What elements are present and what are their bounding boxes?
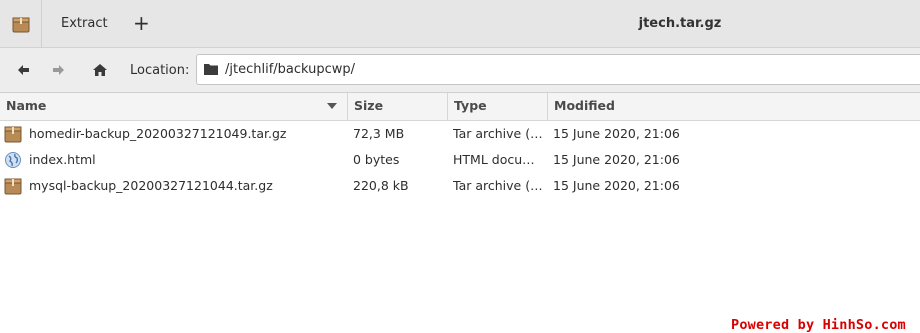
sort-descending-icon — [327, 103, 337, 109]
folder-icon — [204, 64, 218, 75]
column-header-type-label: Type — [454, 98, 487, 113]
file-row[interactable]: homedir-backup_20200327121049.tar.gz 72,… — [0, 121, 920, 147]
location-field[interactable]: /jtechlif/backupcwp/ — [196, 54, 920, 85]
column-header-name-label: Name — [6, 98, 47, 113]
archive-icon — [4, 178, 22, 195]
back-button[interactable] — [14, 62, 32, 78]
location-label: Location: — [130, 63, 190, 78]
home-button[interactable] — [91, 62, 109, 78]
forward-button[interactable] — [50, 62, 68, 78]
column-header-type[interactable]: Type — [448, 93, 548, 120]
file-modified: 15 June 2020, 21:06 — [553, 152, 680, 167]
column-header-size-label: Size — [354, 98, 384, 113]
column-header-modified-label: Modified — [554, 98, 615, 113]
file-type: HTML docu… — [453, 152, 535, 167]
column-header-modified[interactable]: Modified — [548, 93, 920, 120]
window-title: jtech.tar.gz — [638, 16, 722, 31]
file-modified: 15 June 2020, 21:06 — [553, 126, 680, 141]
app-menu-button[interactable] — [0, 0, 42, 47]
watermark: Powered by HinhSo.com — [731, 317, 906, 333]
add-files-button[interactable]: + — [133, 11, 150, 35]
file-name: mysql-backup_20200327121044.tar.gz — [29, 178, 273, 193]
forward-arrow-icon — [53, 65, 64, 75]
location-path: /jtechlif/backupcwp/ — [225, 62, 356, 77]
column-header-name[interactable]: Name — [0, 93, 348, 120]
file-size: 220,8 kB — [353, 178, 409, 193]
file-name: index.html — [29, 152, 96, 167]
file-row[interactable]: index.html 0 bytes HTML docu… 15 June 20… — [0, 147, 920, 173]
file-row[interactable]: mysql-backup_20200327121044.tar.gz 220,8… — [0, 173, 920, 199]
file-size: 72,3 MB — [353, 126, 405, 141]
archive-package-icon — [12, 17, 29, 32]
file-name: homedir-backup_20200327121049.tar.gz — [29, 126, 287, 141]
location-toolbar: Location: /jtechlif/backupcwp/ — [0, 48, 920, 93]
file-type: Tar archive (… — [453, 126, 543, 141]
archive-icon — [4, 126, 22, 143]
column-header: Name Size Type Modified — [0, 93, 920, 121]
file-size: 0 bytes — [353, 152, 400, 167]
file-modified: 15 June 2020, 21:06 — [553, 178, 680, 193]
title-bar: Extract + jtech.tar.gz — [0, 0, 920, 48]
back-arrow-icon — [18, 65, 29, 75]
extract-button[interactable]: Extract — [61, 16, 108, 31]
column-header-size[interactable]: Size — [348, 93, 448, 120]
file-type: Tar archive (… — [453, 178, 543, 193]
html-globe-icon — [5, 152, 21, 168]
home-icon — [93, 64, 107, 76]
